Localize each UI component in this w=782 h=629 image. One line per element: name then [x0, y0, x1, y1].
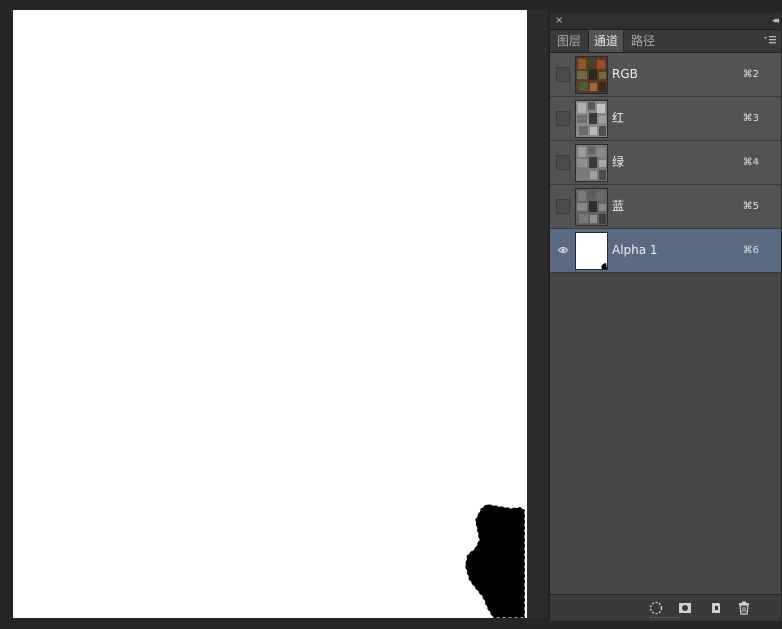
save-selection-mask-icon[interactable] [677, 600, 693, 616]
channel-list: RGB ⌘2 红 ⌘3 绿 ⌘4 蓝 ⌘5 Alpha 1 ⌘6 [550, 53, 781, 273]
eye-icon [558, 247, 568, 253]
channel-row-red[interactable]: 红 ⌘3 [550, 97, 781, 141]
channel-shortcut: ⌘3 [742, 113, 759, 124]
panel-menu-icon[interactable] [763, 33, 777, 47]
channel-shortcut: ⌘4 [742, 157, 759, 168]
visibility-toggle[interactable] [556, 243, 570, 258]
channel-name: 绿 [612, 155, 625, 169]
tab-channels[interactable]: 通道 [588, 30, 625, 52]
channel-shortcut: ⌘2 [742, 69, 759, 80]
visibility-toggle[interactable] [556, 67, 570, 82]
workspace-gutter [527, 10, 548, 618]
tab-layers[interactable]: 图层 [552, 30, 586, 52]
channels-panel: × ◂◂ 图层 通道 路径 RGB ⌘2 红 ⌘3 绿 ⌘4 蓝 ⌘5 Alph… [549, 13, 781, 621]
visibility-toggle[interactable] [556, 111, 570, 126]
document-canvas[interactable] [13, 10, 527, 618]
channel-row-alpha-1[interactable]: Alpha 1 ⌘6 [550, 229, 781, 273]
channel-row-green[interactable]: 绿 ⌘4 [550, 141, 781, 185]
alpha-mask-selection [464, 503, 526, 618]
tab-paths[interactable]: 路径 [626, 30, 660, 52]
channel-name: 蓝 [612, 199, 625, 213]
load-selection-icon[interactable] [648, 600, 664, 616]
panel-tabbar: 图层 通道 路径 [550, 30, 781, 53]
channel-name: RGB [612, 67, 638, 81]
close-icon[interactable]: × [555, 14, 563, 28]
collapse-icon[interactable]: ◂◂ [772, 14, 779, 28]
trash-icon[interactable] [736, 600, 752, 616]
channel-row-blue[interactable]: 蓝 ⌘5 [550, 185, 781, 229]
channel-name: 红 [612, 111, 625, 125]
channel-row-rgb[interactable]: RGB ⌘2 [550, 53, 781, 97]
channel-shortcut: ⌘6 [742, 245, 759, 256]
panel-titlebar[interactable]: × ◂◂ [550, 13, 781, 30]
resize-grip[interactable] [650, 617, 680, 620]
channel-name: Alpha 1 [612, 243, 658, 257]
channel-thumbnail [575, 100, 608, 138]
visibility-toggle[interactable] [556, 199, 570, 214]
channel-thumbnail [575, 144, 608, 182]
panel-footer [550, 594, 781, 621]
channel-thumbnail [575, 232, 608, 270]
channel-thumbnail [575, 188, 608, 226]
visibility-toggle[interactable] [556, 155, 570, 170]
new-channel-icon[interactable] [708, 600, 724, 616]
channel-shortcut: ⌘5 [742, 201, 759, 212]
channel-thumbnail [575, 56, 608, 94]
